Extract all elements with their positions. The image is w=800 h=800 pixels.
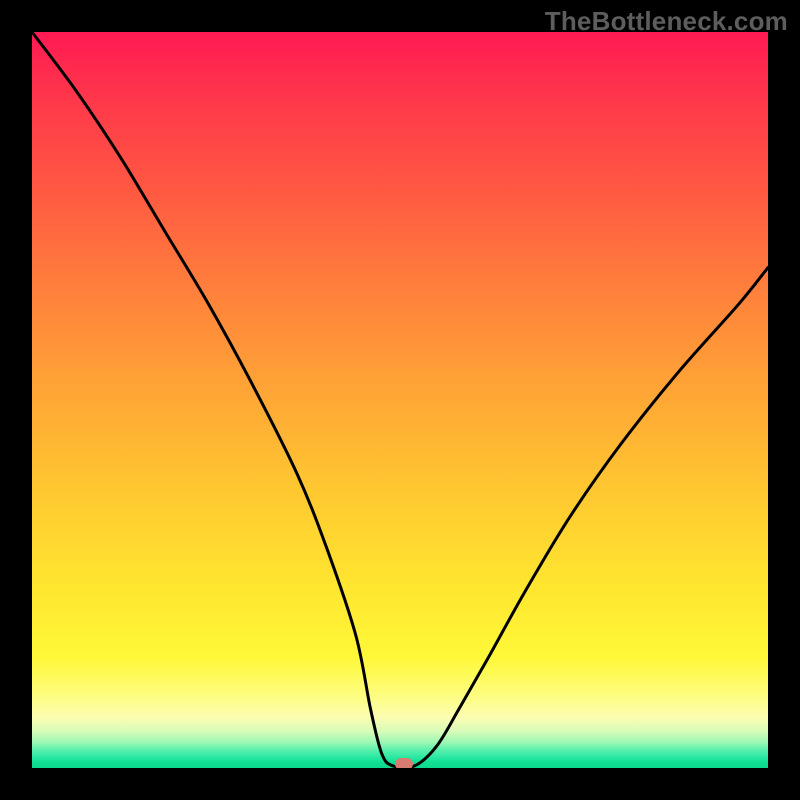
watermark-text: TheBottleneck.com [545, 6, 788, 37]
chart-frame: TheBottleneck.com [0, 0, 800, 800]
bottleneck-curve-path [32, 32, 768, 768]
curve-svg [32, 32, 768, 768]
plot-area [32, 32, 768, 768]
optimal-point-marker [395, 758, 413, 768]
